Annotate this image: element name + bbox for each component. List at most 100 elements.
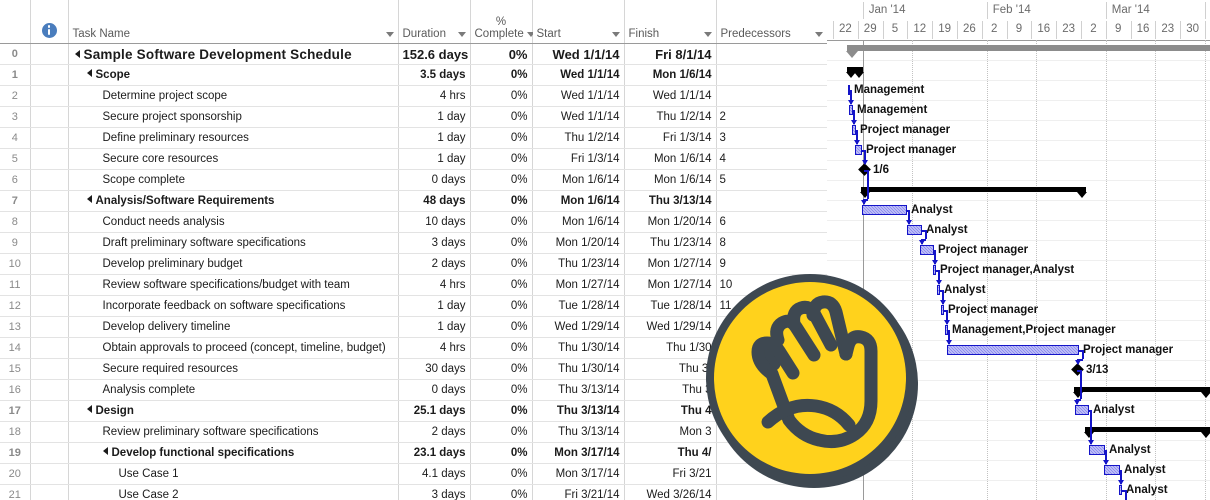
task-name-cell[interactable]: Develop delivery timeline — [68, 316, 399, 338]
duration-cell[interactable]: 1 day — [398, 148, 471, 170]
column-header-duration[interactable]: Duration — [398, 0, 471, 44]
predecessors-cell[interactable] — [716, 190, 827, 212]
row-indicator-cell[interactable] — [30, 169, 69, 191]
predecessors-cell[interactable]: 2 — [716, 106, 827, 128]
gantt-summary-bar[interactable] — [1084, 427, 1210, 438]
predecessors-cell[interactable]: 5 — [716, 169, 827, 191]
gantt-task-bar[interactable] — [1089, 445, 1105, 455]
duration-cell[interactable]: 3.5 days — [398, 64, 471, 86]
start-date-cell[interactable]: Thu 1/30/14 — [532, 358, 625, 380]
task-name-cell[interactable]: Design — [68, 400, 399, 422]
duration-cell[interactable]: 25.1 days — [398, 400, 471, 422]
gantt-project-summary-bar[interactable] — [846, 45, 1210, 58]
task-name-cell[interactable]: Review software specifications/budget wi… — [68, 274, 399, 296]
task-name-cell[interactable]: Develop preliminary budget — [68, 253, 399, 275]
pct-complete-cell[interactable]: 0% — [470, 106, 533, 128]
finish-date-cell[interactable]: Mon 1/6/14 — [624, 148, 717, 170]
row-indicator-cell[interactable] — [30, 316, 69, 338]
duration-cell[interactable]: 1 day — [398, 316, 471, 338]
finish-date-cell[interactable]: Thu 3/13/14 — [624, 190, 717, 212]
row-indicator-cell[interactable] — [30, 337, 69, 359]
predecessors-cell[interactable]: 6 — [716, 211, 827, 233]
table-row[interactable]: 8 Conduct needs analysis 10 days 0% Mon 1/6/… — [0, 211, 827, 233]
duration-cell[interactable]: 4 hrs — [398, 337, 471, 359]
start-date-cell[interactable]: Thu 1/2/14 — [532, 127, 625, 149]
pct-complete-cell[interactable]: 0% — [470, 295, 533, 317]
pct-complete-cell[interactable]: 0% — [470, 253, 533, 275]
predecessors-cell[interactable]: 8 — [716, 232, 827, 254]
start-date-cell[interactable]: Mon 1/27/14 — [532, 274, 625, 296]
row-indicator-cell[interactable] — [30, 484, 69, 500]
row-indicator-cell[interactable] — [30, 190, 69, 212]
task-name-cell[interactable]: Draft preliminary software specification… — [68, 232, 399, 254]
pct-complete-cell[interactable]: 0% — [470, 127, 533, 149]
row-indicator-cell[interactable] — [30, 106, 69, 128]
duration-cell[interactable]: 3 days — [398, 232, 471, 254]
pct-complete-cell[interactable]: 0% — [470, 43, 533, 65]
predecessors-cell[interactable] — [716, 64, 827, 86]
start-date-cell[interactable]: Tue 1/28/14 — [532, 295, 625, 317]
chevron-down-icon[interactable] — [814, 32, 823, 37]
row-indicator-cell[interactable] — [30, 463, 69, 485]
duration-cell[interactable]: 0 days — [398, 379, 471, 401]
finish-date-cell[interactable]: Thu 1/2/14 — [624, 106, 717, 128]
row-indicator-cell[interactable] — [30, 379, 69, 401]
finish-date-cell[interactable]: Wed 1/1/14 — [624, 85, 717, 107]
collapse-triangle-icon[interactable] — [102, 447, 108, 456]
start-date-cell[interactable]: Fri 3/21/14 — [532, 484, 625, 500]
row-indicator-cell[interactable] — [30, 43, 69, 65]
pct-complete-cell[interactable]: 0% — [470, 85, 533, 107]
start-date-cell[interactable]: Mon 3/17/14 — [532, 442, 625, 464]
task-name-cell[interactable]: Secure required resources — [68, 358, 399, 380]
table-row[interactable]: 3 Secure project sponsorship 1 day 0% Wed 1/… — [0, 106, 827, 128]
gantt-task-bar[interactable] — [1104, 465, 1120, 475]
table-row[interactable]: 6 Scope complete 0 days 0% Mon 1/6/14 Mon 1/6… — [0, 169, 827, 191]
start-date-cell[interactable]: Wed 1/29/14 — [532, 316, 625, 338]
table-row[interactable]: 7 Analysis/Software Requirements 48 days 0%… — [0, 190, 827, 212]
table-row[interactable]: 0 Sample Software Development Schedule 152… — [0, 43, 827, 65]
pct-complete-cell[interactable]: 0% — [470, 358, 533, 380]
pct-complete-cell[interactable]: 0% — [470, 64, 533, 86]
duration-cell[interactable]: 4 hrs — [398, 274, 471, 296]
pct-complete-cell[interactable]: 0% — [470, 442, 533, 464]
duration-cell[interactable]: 4.1 days — [398, 463, 471, 485]
task-name-cell[interactable]: Secure project sponsorship — [68, 106, 399, 128]
column-header-id[interactable] — [0, 0, 31, 44]
task-name-cell[interactable]: Scope — [68, 64, 399, 86]
task-name-cell[interactable]: Review preliminary software specificatio… — [68, 421, 399, 443]
column-header-finish[interactable]: Finish — [624, 0, 717, 44]
duration-cell[interactable]: 30 days — [398, 358, 471, 380]
pct-complete-cell[interactable]: 0% — [470, 148, 533, 170]
column-header-pct-complete[interactable]: % Complete — [470, 0, 535, 44]
column-header-indicators[interactable] — [30, 0, 69, 44]
pct-complete-cell[interactable]: 0% — [470, 484, 533, 500]
column-header-task-name[interactable]: Task Name — [68, 0, 399, 44]
row-indicator-cell[interactable] — [30, 253, 69, 275]
table-row[interactable]: 1 Scope 3.5 days 0% Wed 1/1/14 Mon 1/6/14 — [0, 64, 827, 86]
predecessors-cell[interactable] — [716, 85, 827, 107]
predecessors-cell[interactable] — [716, 43, 827, 65]
collapse-triangle-icon[interactable] — [74, 49, 80, 58]
chevron-down-icon[interactable] — [611, 32, 620, 37]
start-date-cell[interactable]: Wed 1/1/14 — [532, 43, 625, 65]
start-date-cell[interactable]: Mon 1/6/14 — [532, 169, 625, 191]
row-indicator-cell[interactable] — [30, 421, 69, 443]
pct-complete-cell[interactable]: 0% — [470, 337, 533, 359]
finish-date-cell[interactable]: Mon 1/6/14 — [624, 169, 717, 191]
start-date-cell[interactable]: Mon 1/20/14 — [532, 232, 625, 254]
pct-complete-cell[interactable]: 0% — [470, 400, 533, 422]
pct-complete-cell[interactable]: 0% — [470, 421, 533, 443]
gantt-task-bar[interactable] — [1075, 405, 1089, 415]
start-date-cell[interactable]: Wed 1/1/14 — [532, 106, 625, 128]
pct-complete-cell[interactable]: 0% — [470, 169, 533, 191]
task-name-cell[interactable]: Analysis/Software Requirements — [68, 190, 399, 212]
column-header-start[interactable]: Start — [532, 0, 625, 44]
duration-cell[interactable]: 1 day — [398, 127, 471, 149]
collapse-triangle-icon[interactable] — [86, 69, 92, 78]
start-date-cell[interactable]: Fri 1/3/14 — [532, 148, 625, 170]
start-date-cell[interactable]: Thu 3/13/14 — [532, 379, 625, 401]
row-indicator-cell[interactable] — [30, 442, 69, 464]
task-name-cell[interactable]: Determine project scope — [68, 85, 399, 107]
task-name-cell[interactable]: Incorporate feedback on software specifi… — [68, 295, 399, 317]
pct-complete-cell[interactable]: 0% — [470, 316, 533, 338]
